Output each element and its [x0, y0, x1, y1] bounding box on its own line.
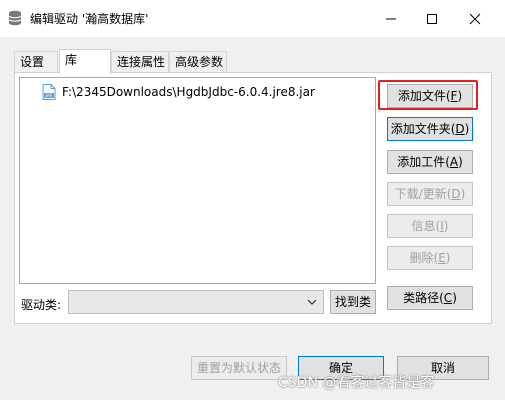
delete-label: 删除(	[409, 251, 439, 265]
download-update-label: 下载/更新(	[394, 187, 452, 201]
info-button[interactable]: 信息(I)	[387, 214, 473, 238]
chevron-down-icon	[307, 299, 317, 305]
reset-defaults-button[interactable]: 重置为默认状态	[191, 356, 287, 380]
class-path-label: 类路径(	[403, 291, 444, 305]
jar-file-icon: JAR	[42, 84, 56, 100]
add-folder-button[interactable]: 添加文件夹(D)	[387, 117, 473, 141]
tab-settings[interactable]: 设置	[14, 51, 58, 72]
download-update-button[interactable]: 下载/更新(D)	[387, 182, 473, 206]
add-artifact-button[interactable]: 添加工件(A)	[387, 150, 473, 174]
tab-library[interactable]: 库	[59, 49, 111, 74]
download-update-accesskey: D	[451, 187, 461, 201]
add-folder-label-end: )	[464, 122, 470, 136]
minimize-button[interactable]	[372, 0, 410, 37]
database-icon	[8, 10, 22, 26]
library-list[interactable]: JAR F:\2345Downloads\HgdbJdbc-6.0.4.jre8…	[19, 77, 376, 284]
close-button[interactable]	[456, 0, 494, 37]
delete-button[interactable]: 删除(E)	[387, 246, 473, 270]
maximize-button[interactable]	[413, 0, 451, 37]
delete-accesskey: E	[438, 251, 446, 265]
library-path: F:\2345Downloads\HgdbJdbc-6.0.4.jre8.jar	[62, 85, 315, 99]
add-artifact-accesskey: A	[449, 155, 459, 169]
watermark-text: CSDN @看客过客皆是客	[278, 375, 435, 391]
minimize-icon	[386, 18, 396, 19]
add-artifact-label-end: )	[458, 155, 463, 169]
class-path-button[interactable]: 类路径(C)	[387, 286, 473, 310]
add-folder-label: 添加文件夹(	[390, 122, 456, 136]
add-folder-accesskey: D	[455, 122, 465, 136]
close-icon	[469, 13, 481, 24]
window-title: 编辑驱动 '瀚高数据库'	[30, 12, 149, 26]
delete-label-end: )	[445, 251, 451, 265]
tab-connection-properties[interactable]: 连接属性	[111, 51, 169, 72]
svg-text:JAR: JAR	[45, 93, 53, 98]
highlight-box	[378, 80, 478, 110]
class-path-label-end: )	[452, 291, 457, 305]
title-bar: 编辑驱动 '瀚高数据库'	[0, 0, 505, 37]
driver-class-label: 驱动类:	[21, 298, 62, 312]
tab-advanced-parameters[interactable]: 高级参数	[169, 51, 227, 72]
find-class-button[interactable]: 找到类	[330, 290, 376, 314]
add-artifact-label: 添加工件(	[397, 155, 450, 169]
info-label-end: )	[443, 219, 449, 233]
info-label: 信息(	[411, 219, 441, 233]
class-path-accesskey: C	[443, 291, 453, 305]
maximize-icon	[427, 13, 437, 24]
driver-class-select[interactable]	[68, 290, 324, 314]
download-update-label-end: )	[460, 187, 466, 201]
list-item[interactable]: JAR F:\2345Downloads\HgdbJdbc-6.0.4.jre8…	[42, 84, 315, 100]
